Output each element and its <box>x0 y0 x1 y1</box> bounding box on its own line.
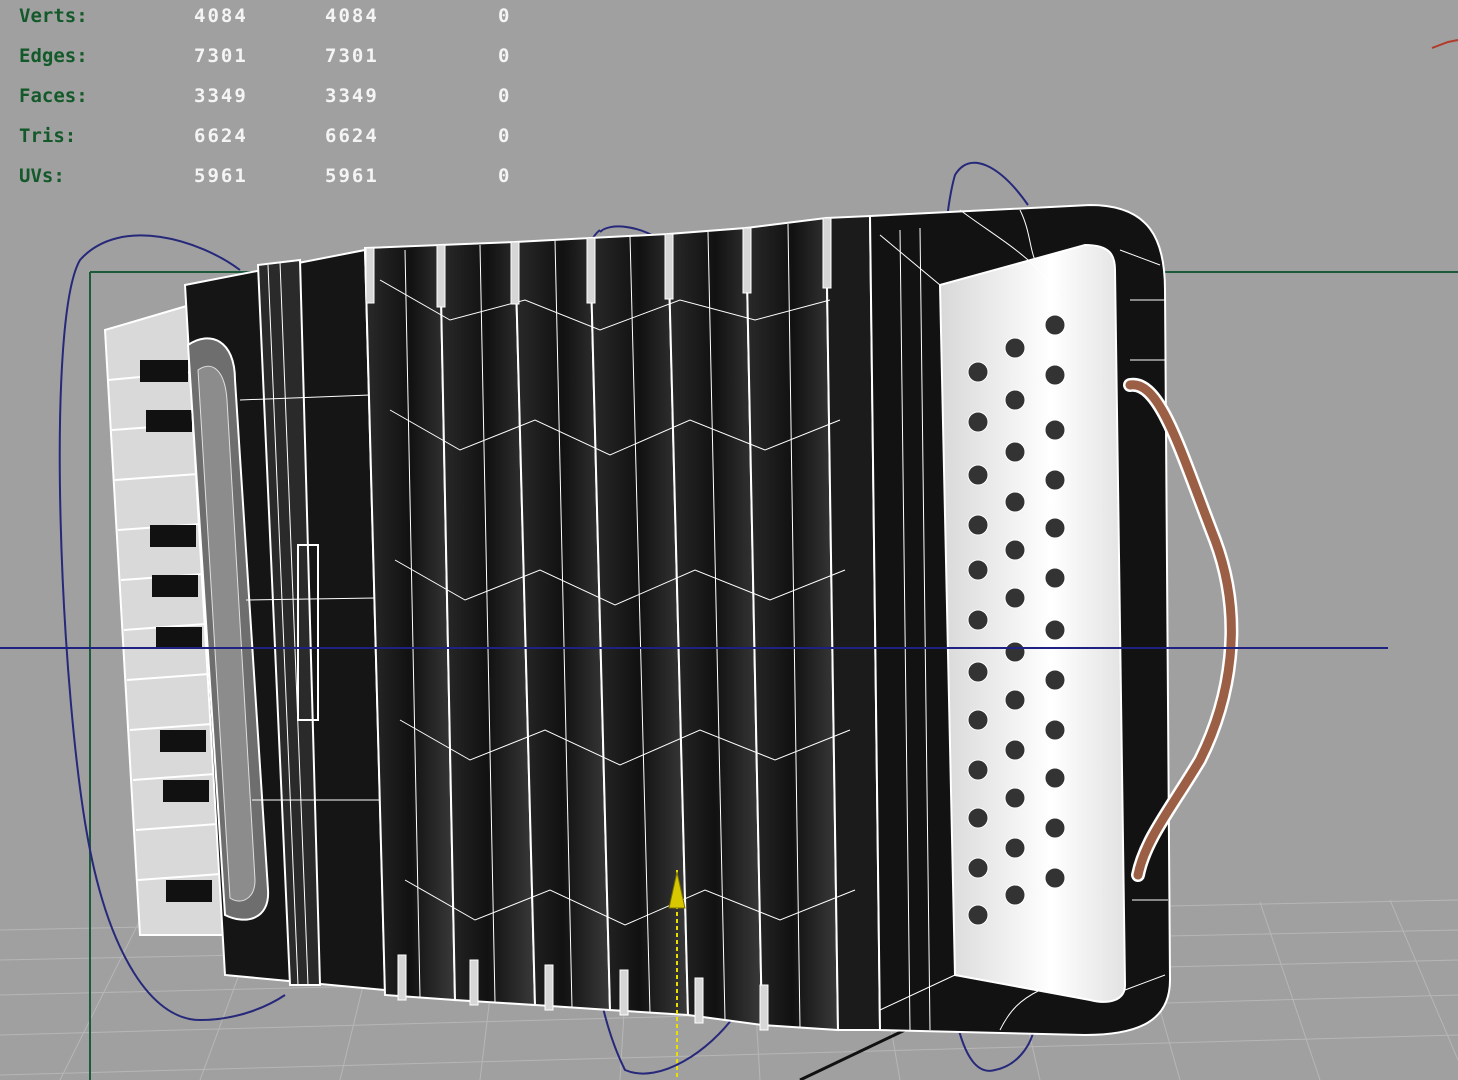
hud-total: 7301 <box>194 45 248 67</box>
hud-extra: 0 <box>498 45 512 67</box>
hud-label: Verts: <box>19 5 88 27</box>
hud-label: Edges: <box>19 45 88 67</box>
hud-extra: 0 <box>498 5 512 27</box>
hud-total: 3349 <box>194 85 248 107</box>
poly-count-hud: Verts: 4084 4084 0 Edges: 7301 7301 0 Fa… <box>0 0 560 200</box>
hud-label: UVs: <box>19 165 65 187</box>
hud-row-verts: Verts: 4084 4084 0 <box>0 5 560 45</box>
hud-selected: 4084 <box>325 5 379 27</box>
hud-row-tris: Tris: 6624 6624 0 <box>0 125 560 165</box>
hud-selected: 5961 <box>325 165 379 187</box>
hud-row-uvs: UVs: 5961 5961 0 <box>0 165 560 205</box>
hud-extra: 0 <box>498 125 512 147</box>
hud-total: 4084 <box>194 5 248 27</box>
axis-indicator-red <box>1431 39 1458 49</box>
right-body <box>868 203 1172 1037</box>
hud-row-edges: Edges: 7301 7301 0 <box>0 45 560 85</box>
hud-extra: 0 <box>498 85 512 107</box>
hud-extra: 0 <box>498 165 512 187</box>
hud-label: Faces: <box>19 85 88 107</box>
hud-row-faces: Faces: 3349 3349 0 <box>0 85 560 125</box>
hud-label: Tris: <box>19 125 77 147</box>
bellows <box>363 214 882 1032</box>
hud-selected: 6624 <box>325 125 379 147</box>
hud-selected: 3349 <box>325 85 379 107</box>
hud-selected: 7301 <box>325 45 379 67</box>
hud-total: 6624 <box>194 125 248 147</box>
hud-total: 5961 <box>194 165 248 187</box>
grid-axis-line <box>799 1028 906 1080</box>
